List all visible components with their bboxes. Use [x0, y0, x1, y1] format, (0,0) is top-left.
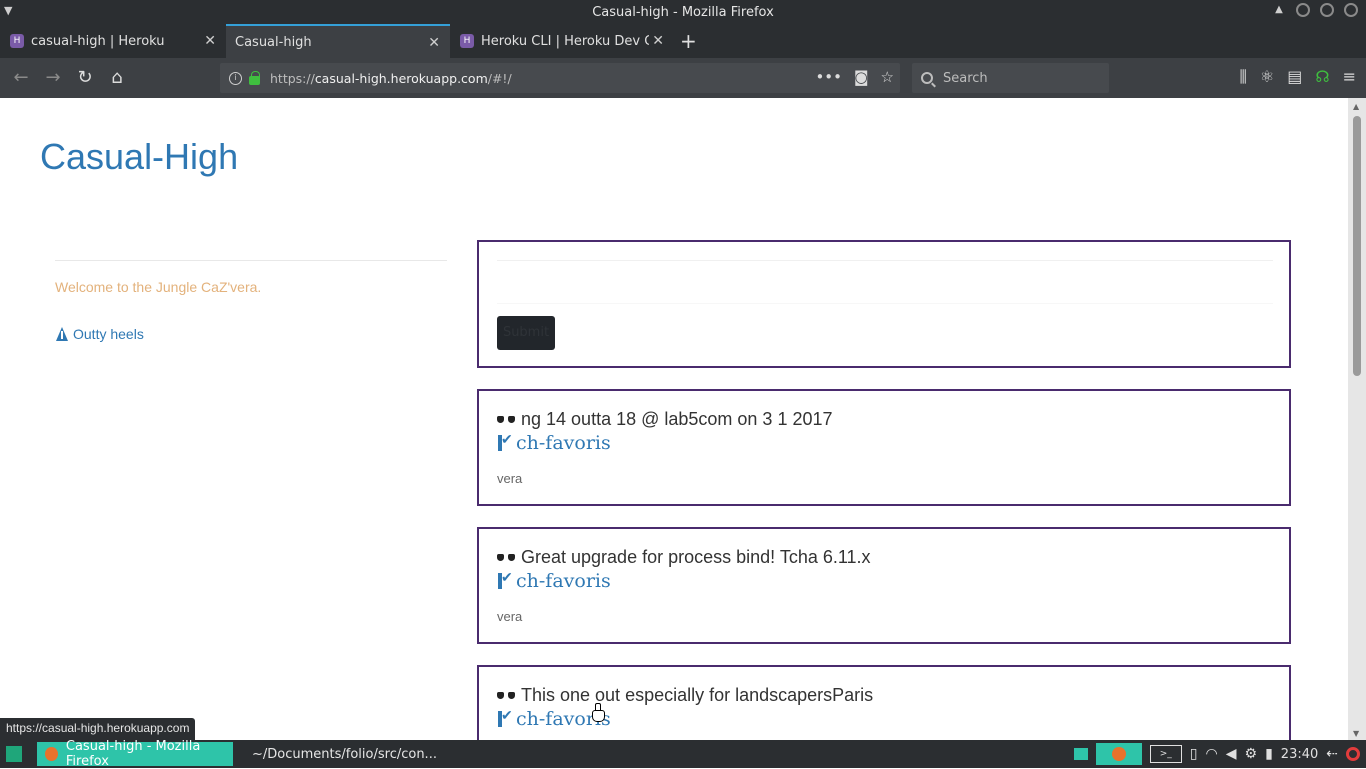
sidebar-link-label: Outty heels	[73, 326, 144, 342]
page-content: Casual-High Welcome to the Jungle CaZ've…	[0, 98, 1348, 740]
status-link-preview: https://casual-high.herokuapp.com	[0, 718, 196, 740]
search-placeholder: Search	[943, 70, 988, 86]
tab-strip: H casual-high | Heroku ✕ Casual-high ✕ H…	[0, 24, 1366, 58]
post-author: vera	[497, 471, 523, 486]
post-input[interactable]	[497, 260, 1273, 304]
reload-icon[interactable]: ↻	[74, 67, 96, 89]
tab-label: Casual-high	[235, 34, 312, 50]
taskbar-firefox[interactable]: Casual-high - Mozilla Firefox	[37, 739, 233, 769]
power-icon[interactable]	[1346, 747, 1360, 761]
post-text: ng 14 outta 18 @ lab5com on 3 1 2017	[497, 409, 833, 430]
post-author: vera	[497, 609, 523, 624]
road-icon	[55, 327, 69, 341]
sidebar-divider	[55, 260, 447, 261]
taskbar-editor[interactable]: ~/Documents/folio/src/con...	[236, 742, 437, 766]
navigation-toolbar: ← → ↻ ⌂ i https://casual-high.herokuapp.…	[0, 58, 1366, 98]
toolbar-icons: ⫼ ⚛ ▤ ☊ ≡	[1240, 67, 1366, 87]
url-text[interactable]: https://casual-high.herokuapp.com/#!/	[270, 71, 512, 86]
close-icon[interactable]: ✕	[652, 33, 664, 49]
sunglasses-icon	[497, 415, 515, 425]
post-card: Great upgrade for process bind! Tcha 6.1…	[477, 527, 1291, 644]
react-devtools-icon[interactable]: ⚛	[1260, 67, 1274, 87]
close-icon[interactable]: ✕	[204, 33, 216, 49]
home-icon[interactable]: ⌂	[106, 67, 128, 89]
hamburger-menu-icon[interactable]: ≡	[1343, 67, 1356, 87]
scrollbar-thumb[interactable]	[1353, 116, 1361, 376]
tab-heroku-cli[interactable]: H Heroku CLI | Heroku Dev C ✕	[450, 24, 674, 58]
post-card: ng 14 outta 18 @ lab5com on 3 1 2017 ch-…	[477, 389, 1291, 506]
back-icon[interactable]: ←	[10, 67, 32, 89]
site-info-icon[interactable]: i	[229, 71, 242, 85]
compose-card: Submit	[477, 240, 1291, 368]
sunglasses-icon	[497, 553, 515, 563]
workspace-icon[interactable]	[1073, 748, 1088, 760]
firefox-icon	[45, 747, 58, 761]
post-text: Great upgrade for process bind! Tcha 6.1…	[497, 547, 871, 568]
window-titlebar: ▼ Casual-high - Mozilla Firefox ▲	[0, 0, 1366, 24]
search-icon	[921, 72, 933, 84]
new-tab-icon[interactable]: +	[680, 29, 697, 53]
site-title[interactable]: Casual-High	[40, 136, 238, 178]
tab-heroku-dashboard[interactable]: H casual-high | Heroku ✕	[0, 24, 226, 58]
maximize-button[interactable]	[1320, 3, 1334, 17]
clock[interactable]: 23:40	[1281, 747, 1318, 762]
volume-icon[interactable]: ◀	[1226, 746, 1237, 762]
scroll-up-icon[interactable]: ▲	[1353, 102, 1359, 111]
tray-firefox[interactable]	[1095, 743, 1142, 765]
library-icon[interactable]: ⫼	[1240, 67, 1247, 87]
sidebar-icon[interactable]: ▤	[1287, 67, 1302, 87]
window-menu-icon[interactable]: ▼	[4, 4, 12, 17]
page-scrollbar[interactable]: ▲ ▼	[1348, 98, 1366, 740]
close-window-button[interactable]	[1344, 3, 1358, 17]
tab-label: Heroku CLI | Heroku Dev C	[481, 33, 649, 49]
page-actions-icon[interactable]: •••	[815, 68, 842, 86]
forward-icon[interactable]: →	[42, 67, 64, 89]
firefox-icon	[1111, 747, 1126, 761]
tab-label: casual-high | Heroku	[31, 33, 165, 49]
post-link[interactable]: ch-favoris	[497, 570, 611, 592]
system-tray: >_ ▯ ◠ ◀ ⚙ ▮ 23:40 ⇠	[1073, 742, 1366, 766]
window-controls: ▲	[1272, 3, 1358, 17]
post-text: This one out especially for landscapersP…	[497, 685, 873, 706]
keep-above-icon[interactable]: ▲	[1272, 3, 1286, 17]
window-title: Casual-high - Mozilla Firefox	[592, 4, 774, 20]
clipboard-icon[interactable]: ▯	[1190, 746, 1198, 762]
headphones-icon[interactable]: ☊	[1315, 67, 1329, 87]
taskbar: Casual-high - Mozilla Firefox ~/Document…	[0, 739, 1366, 769]
bookmark-check-icon	[497, 708, 515, 727]
bookmark-star-icon[interactable]: ☆	[881, 68, 894, 86]
scroll-down-icon[interactable]: ▼	[1353, 729, 1359, 738]
start-menu-icon[interactable]	[6, 746, 22, 762]
bookmark-check-icon	[497, 432, 515, 451]
heroku-icon: H	[460, 34, 474, 48]
battery-icon[interactable]: ▮	[1265, 746, 1273, 762]
hand-cursor-icon	[592, 703, 605, 722]
pocket-icon[interactable]: ◙	[854, 68, 869, 86]
bookmark-check-icon	[497, 570, 515, 589]
minimize-button[interactable]	[1296, 3, 1310, 17]
lock-icon	[249, 70, 260, 85]
logout-icon[interactable]: ⇠	[1326, 746, 1338, 762]
submit-button[interactable]: Submit	[497, 316, 555, 350]
tab-casual-high[interactable]: Casual-high ✕	[226, 24, 450, 58]
sunglasses-icon	[497, 691, 515, 701]
wifi-icon[interactable]: ◠	[1206, 746, 1218, 762]
close-icon[interactable]: ✕	[428, 35, 440, 51]
welcome-text: Welcome to the Jungle CaZ'vera.	[55, 279, 262, 295]
search-input[interactable]: Search	[912, 63, 1109, 93]
url-bar[interactable]: i https://casual-high.herokuapp.com/#!/ …	[220, 63, 900, 93]
post-link[interactable]: ch-favoris	[497, 432, 611, 454]
settings-icon[interactable]: ⚙	[1245, 746, 1258, 762]
sidebar-link-outty-heels[interactable]: Outty heels	[55, 326, 144, 342]
heroku-icon: H	[10, 34, 24, 48]
terminal-icon[interactable]: >_	[1149, 745, 1182, 763]
